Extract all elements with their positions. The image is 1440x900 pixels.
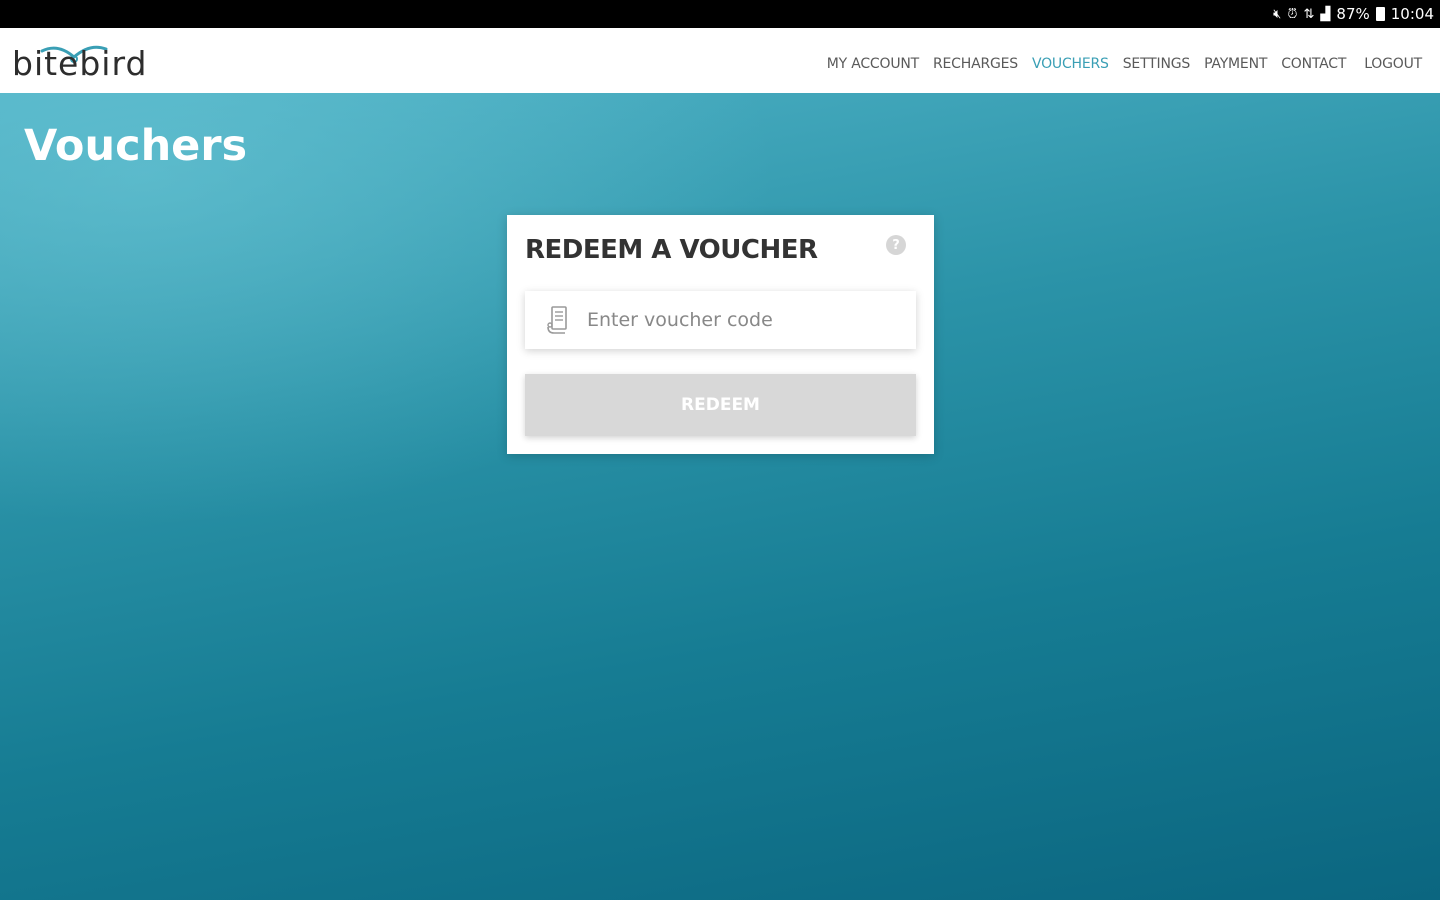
main-nav: MY ACCOUNT RECHARGES VOUCHERS SETTINGS P… [827, 56, 1422, 72]
nav-my-account[interactable]: MY ACCOUNT [827, 56, 919, 72]
logo[interactable]: bitebird [12, 33, 162, 89]
page-title: Vouchers [24, 121, 248, 171]
redeem-button[interactable]: REDEEM [525, 374, 916, 436]
nav-logout[interactable]: LOGOUT [1364, 56, 1422, 72]
alarm-icon: ⏰︎ [1287, 6, 1298, 22]
voucher-code-field[interactable] [525, 291, 916, 349]
status-bar: 🔇︎ ⏰︎ ⇅ ▟ 87% 10:04 [0, 0, 1440, 28]
nav-vouchers[interactable]: VOUCHERS [1032, 56, 1109, 72]
nav-contact[interactable]: CONTACT [1281, 56, 1346, 72]
card-title: REDEEM A VOUCHER [525, 235, 818, 265]
app-header: bitebird MY ACCOUNT RECHARGES VOUCHERS S… [0, 28, 1440, 93]
voucher-icon [547, 306, 567, 334]
signal-icon: ▟ [1320, 6, 1331, 22]
redeem-voucher-card: REDEEM A VOUCHER ? REDEEM [507, 215, 934, 454]
logo-text: bitebird [12, 43, 148, 83]
nav-payment[interactable]: PAYMENT [1204, 56, 1267, 72]
help-icon[interactable]: ? [886, 235, 906, 255]
battery-icon [1375, 7, 1385, 21]
mute-icon: 🔇︎ [1273, 6, 1282, 22]
voucher-code-input[interactable] [587, 309, 907, 331]
wifi-icon: ⇅ [1303, 6, 1315, 22]
main-content: Vouchers REDEEM A VOUCHER ? REDEEM [0, 93, 1440, 900]
nav-settings[interactable]: SETTINGS [1123, 56, 1191, 72]
clock: 10:04 [1390, 5, 1434, 23]
nav-recharges[interactable]: RECHARGES [933, 56, 1018, 72]
battery-percent: 87% [1336, 5, 1370, 23]
